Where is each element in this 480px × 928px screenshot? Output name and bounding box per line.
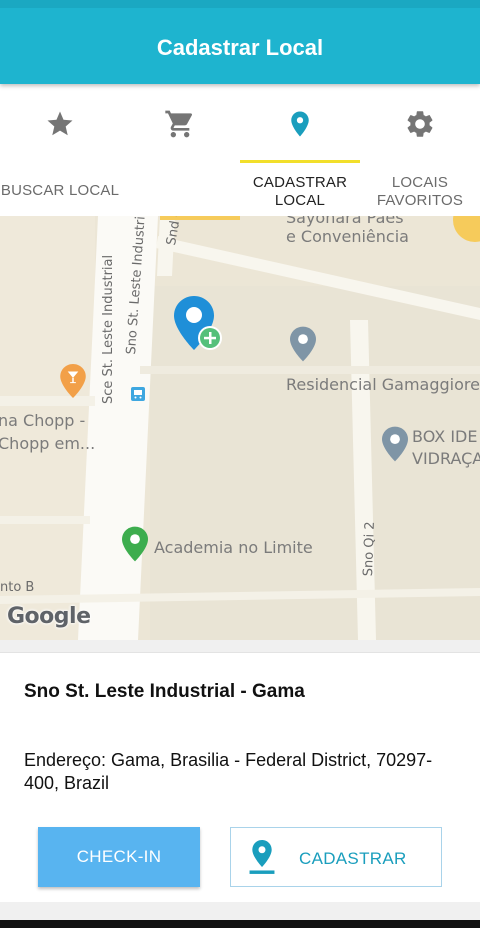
map-label-conveniencia: e Conveniência [286,227,409,246]
map-label-chopp-2: Chopp em... [0,434,96,453]
map-label-academia: Academia no Limite [154,538,313,557]
app-bar: Cadastrar Local [0,0,480,84]
map-label-partial-b: nto B [0,580,35,595]
map-label-conveniencia-top: Sayonara Pães [286,216,404,227]
road-label-qi2: Sno Qi 2 [361,521,378,577]
location-pin-icon [240,106,360,142]
tab-buscar-local[interactable]: BUSCAR LOCAL [0,84,120,216]
status-bar [0,0,480,8]
gear-icon [360,106,480,142]
map-label-box-1: BOX IDE [412,427,478,446]
checkin-button[interactable]: CHECK-IN [38,827,200,887]
google-logo: Google [7,604,91,629]
map-label-residencial: Residencial Gamaggiore [286,375,480,394]
navigation-bar [0,920,480,928]
map-label-box-2: VIDRAÇA [412,449,480,468]
cart-icon [120,106,240,142]
tab-cart[interactable] [120,84,240,216]
tab-settings[interactable] [360,84,480,216]
road-label-sce: Sce St. Leste Industrial [101,254,116,404]
map-label-chopp-1: na Chopp - [0,411,86,430]
star-icon [0,106,120,142]
tab-label: BUSCAR LOCAL [0,182,120,199]
pin-drop-icon [245,840,279,881]
tab-location[interactable]: LOCAIS FAVORITOS [240,84,463,216]
tab-bar: BUSCAR LOCAL CADASTRAR LOCAL LOCAIS FAVO… [0,84,480,216]
place-name: Sno St. Leste Industrial - Gama [24,681,305,702]
place-card: Sno St. Leste Industrial - Gama Endereço… [0,652,480,902]
cadastrar-button-label: CADASTRAR [299,849,407,868]
map-view[interactable]: Sayonara Pães e Conveniência Residencial… [0,216,480,640]
page-title: Cadastrar Local [156,35,324,60]
cadastrar-button[interactable]: CADASTRAR [230,827,442,887]
tab-indicator [240,160,360,163]
place-address: Endereço: Gama, Brasilia - Federal Distr… [24,750,433,793]
